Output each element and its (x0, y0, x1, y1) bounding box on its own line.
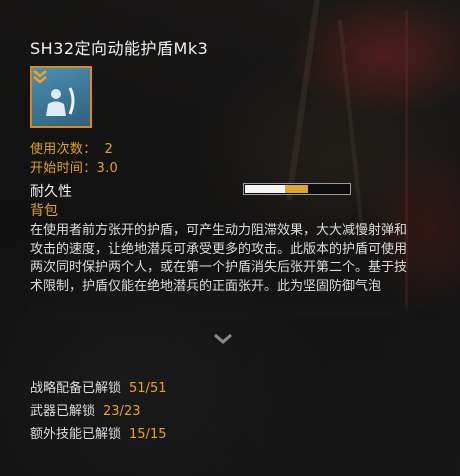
durability-label: 耐久性 (30, 184, 72, 200)
unlock-row: 战略配备已解锁 51/51 (30, 377, 166, 396)
double-chevron-down-icon (33, 70, 47, 84)
unlock-count: 51/51 (129, 381, 167, 396)
unlock-row: 额外技能已解锁 15/15 (30, 423, 166, 442)
unlock-label: 武器已解锁 (30, 404, 96, 419)
item-category: 背包 (30, 203, 58, 219)
unlock-label: 额外技能已解锁 (30, 427, 122, 442)
uses-stat: 使用次数： 2 (30, 138, 113, 157)
start-time-value: 3.0 (96, 161, 119, 176)
uses-value: 2 (104, 142, 114, 157)
expand-chevron-icon[interactable] (212, 332, 234, 346)
unlock-row: 武器已解锁 23/23 (30, 400, 140, 419)
durability-fill (245, 185, 285, 193)
uses-label: 使用次数： (30, 142, 97, 157)
start-time-stat: 开始时间：3.0 (30, 157, 118, 176)
unlock-label: 战略配备已解锁 (30, 381, 122, 396)
item-title: SH32定向动能护盾Mk3 (30, 39, 209, 58)
durability-bar (243, 183, 351, 195)
unlock-count: 15/15 (129, 427, 167, 442)
description-fade (30, 300, 410, 318)
durability-fill-secondary (285, 185, 308, 193)
start-time-label: 开始时间： (30, 161, 97, 176)
item-icon-tile[interactable] (30, 66, 92, 128)
unlock-count: 23/23 (103, 404, 141, 419)
